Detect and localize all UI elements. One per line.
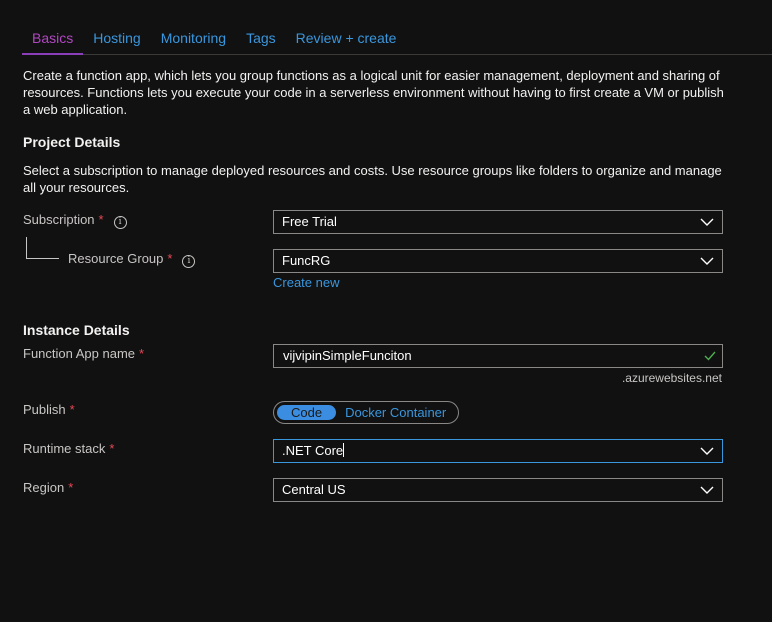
tab-hosting[interactable]: Hosting (83, 26, 150, 53)
region-label-text: Region (23, 480, 65, 495)
project-details-description: Select a subscription to manage deployed… (23, 163, 722, 195)
publish-toggle: Code Docker Container (273, 401, 459, 424)
info-icon[interactable]: i (113, 216, 127, 229)
function-app-name-label-text: Function App name (23, 346, 136, 361)
checkmark-icon (704, 351, 716, 361)
subscription-value: Free Trial (282, 214, 337, 229)
runtime-stack-value-wrap: .NET Core (282, 440, 345, 462)
region-dropdown[interactable]: Central US (273, 478, 723, 502)
subscription-dropdown[interactable]: Free Trial (273, 210, 723, 234)
project-details-heading: Project Details (23, 134, 121, 150)
region-value: Central US (282, 482, 346, 497)
tab-review-create[interactable]: Review + create (286, 26, 407, 53)
tab-tags[interactable]: Tags (236, 26, 286, 53)
resource-group-label-text: Resource Group (68, 251, 164, 266)
subscription-label-text: Subscription (23, 212, 95, 227)
subscription-label: Subscription * i (23, 212, 127, 229)
runtime-stack-value: .NET Core (282, 443, 344, 458)
function-app-name-value: vijvipinSimpleFunciton (283, 348, 412, 363)
tab-basics[interactable]: Basics (22, 26, 84, 55)
publish-option-docker-container[interactable]: Docker Container (336, 405, 455, 420)
publish-label: Publish * (23, 402, 75, 417)
function-app-name-input[interactable]: vijvipinSimpleFunciton (273, 344, 723, 368)
intro-description: Create a function app, which lets you gr… (23, 68, 724, 117)
publish-option-code[interactable]: Code (277, 405, 337, 420)
instance-details-heading: Instance Details (23, 322, 130, 338)
required-marker: * (69, 402, 75, 417)
runtime-stack-label-text: Runtime stack (23, 441, 106, 456)
create-function-app-page: Basics Hosting Monitoring Tags Review + … (0, 0, 772, 622)
create-new-link[interactable]: Create new (273, 275, 339, 290)
domain-suffix: .azurewebsites.net (621, 371, 722, 385)
resource-group-dropdown[interactable]: FuncRG (273, 249, 723, 273)
tab-monitoring[interactable]: Monitoring (151, 26, 236, 53)
info-icon[interactable]: i (182, 255, 196, 268)
function-app-name-label: Function App name * (23, 346, 144, 361)
required-marker: * (68, 480, 74, 495)
required-marker: * (139, 346, 145, 361)
tree-connector (26, 237, 59, 259)
region-label: Region * (23, 480, 73, 495)
required-marker: * (98, 212, 104, 227)
runtime-stack-dropdown[interactable]: .NET Core (273, 439, 723, 463)
chevron-down-icon (700, 486, 714, 494)
chevron-down-icon (700, 447, 714, 455)
chevron-down-icon (700, 218, 714, 226)
resource-group-value: FuncRG (282, 253, 331, 268)
text-cursor (343, 443, 345, 457)
tab-bar: Basics Hosting Monitoring Tags Review + … (22, 26, 772, 55)
publish-label-text: Publish (23, 402, 66, 417)
required-marker: * (109, 441, 115, 456)
runtime-stack-label: Runtime stack * (23, 441, 114, 456)
resource-group-label: Resource Group * i (68, 251, 196, 268)
chevron-down-icon (700, 257, 714, 265)
required-marker: * (167, 251, 173, 266)
